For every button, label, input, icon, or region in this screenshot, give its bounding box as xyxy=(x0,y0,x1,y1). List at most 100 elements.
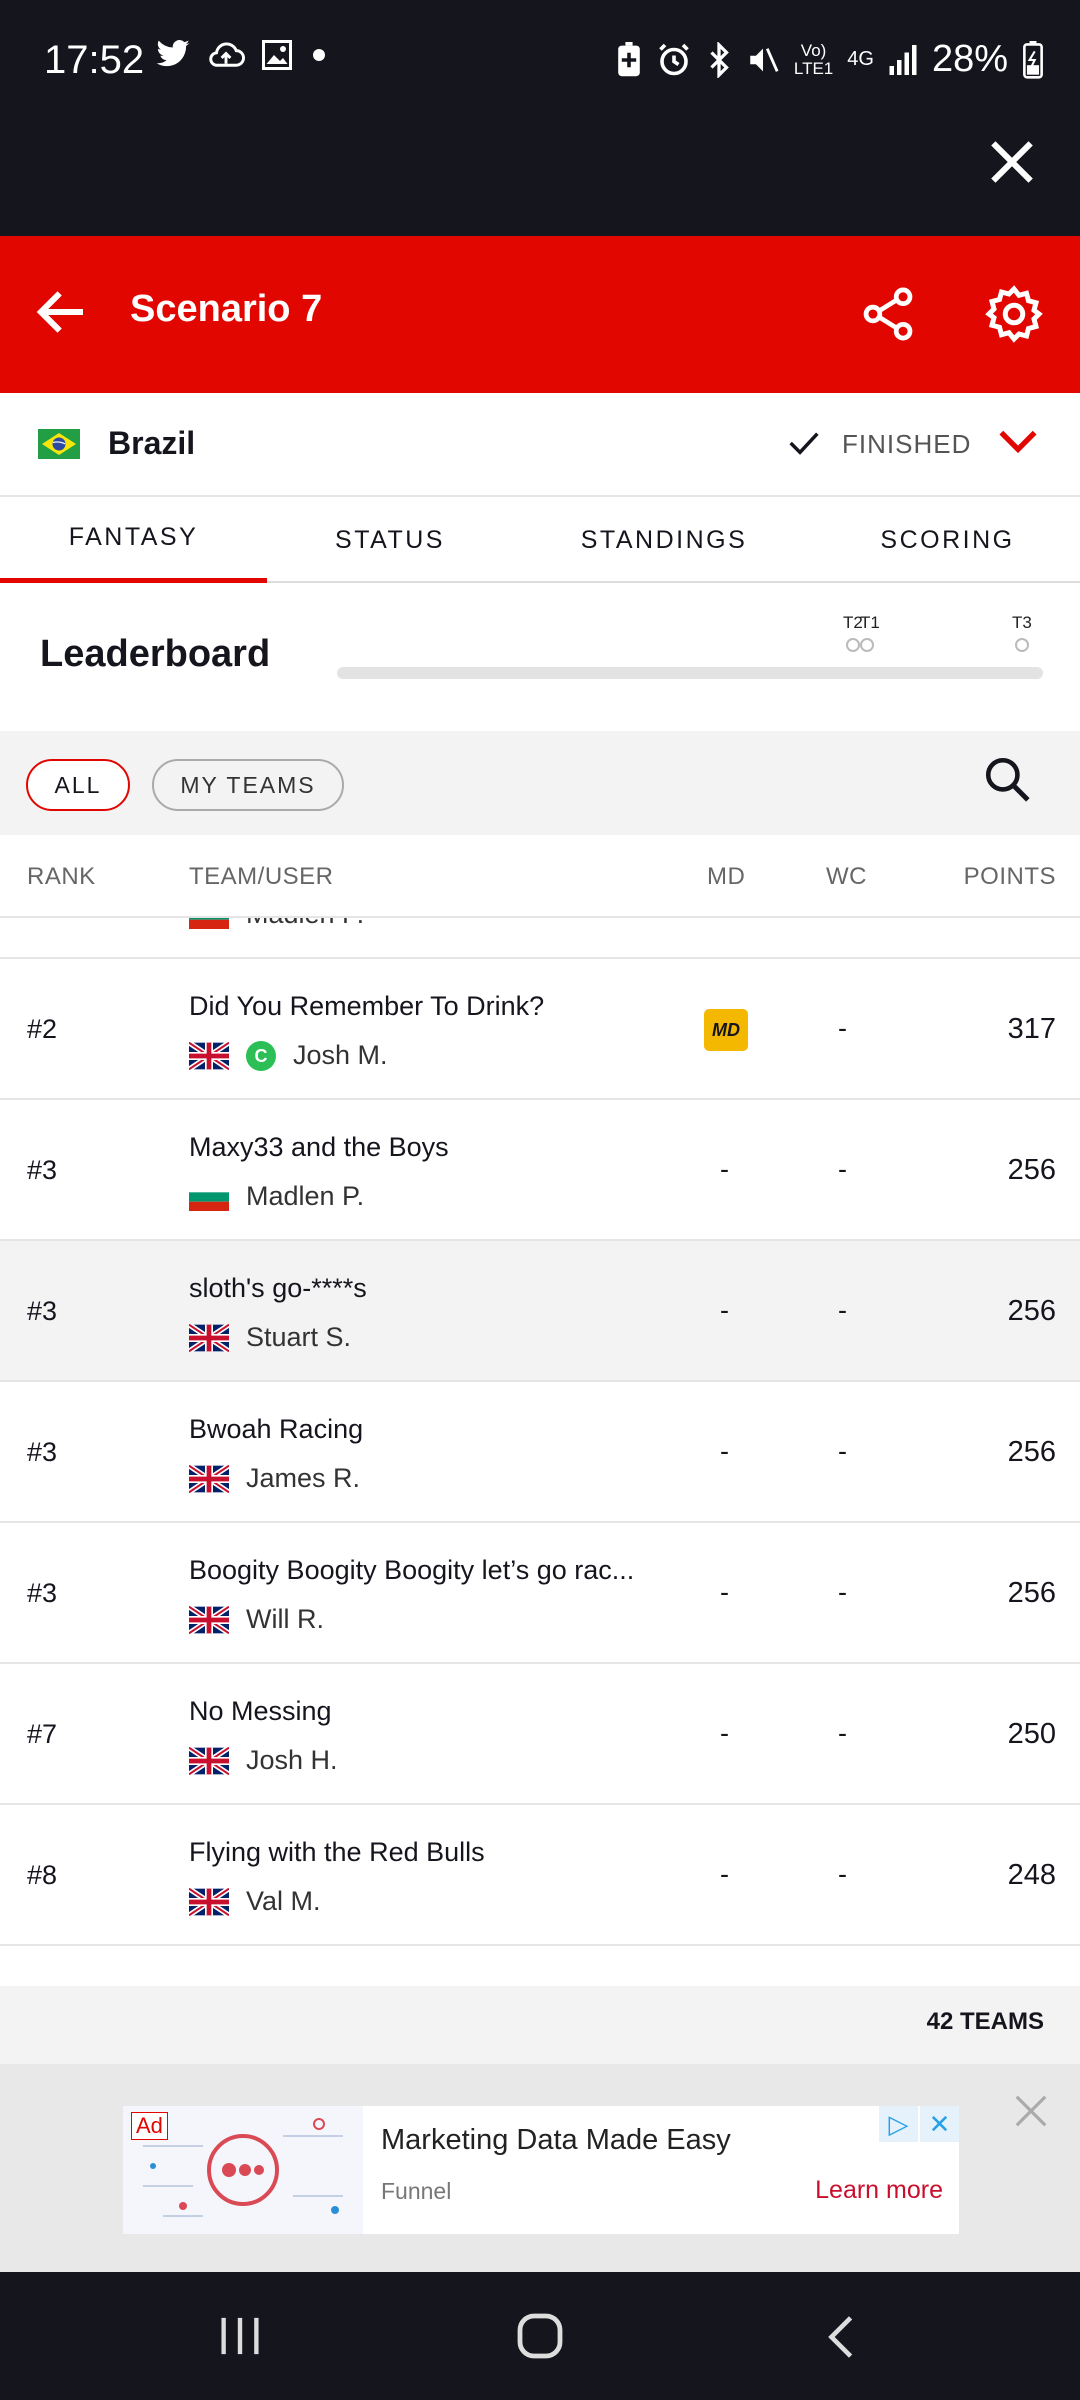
table-row[interactable]: #3 Maxy33 and the Boys Madlen P. - - 256 xyxy=(0,1100,1080,1241)
row-team-name: Boogity Boogity Boogity let’s go rac... xyxy=(189,1555,635,1585)
ad-choices[interactable]: ▷ ✕ xyxy=(879,2106,959,2142)
system-nav-bar xyxy=(0,2272,1080,2400)
signal-icon xyxy=(889,44,917,75)
back-arrow-icon[interactable] xyxy=(34,284,90,340)
table-row[interactable]: #7 No Messing Josh H. - - 250 xyxy=(0,1664,1080,1805)
row-points: 248 xyxy=(1007,1859,1056,1891)
row-points: 256 xyxy=(1007,1154,1056,1186)
row-md: - xyxy=(720,1436,729,1466)
nav-back-icon[interactable] xyxy=(826,2314,856,2360)
ad-close-small-icon[interactable]: ✕ xyxy=(920,2106,959,2142)
row-user: Val M. xyxy=(246,1886,321,1916)
row-points: 317 xyxy=(1007,1013,1056,1045)
ad-learn-more-link[interactable]: Learn more xyxy=(815,2176,943,2205)
status-bar: 17:52 Vo) LTE1 4G 28% xyxy=(0,0,1080,124)
marker-t3-pin xyxy=(1015,638,1029,652)
row-user: Will R. xyxy=(246,1604,324,1634)
tab-status[interactable]: STATUS xyxy=(267,497,513,583)
row-user: Madlen P. xyxy=(246,918,364,930)
ad-title: Marketing Data Made Easy xyxy=(381,2124,731,2156)
recent-apps-icon[interactable] xyxy=(218,2316,262,2356)
race-selector[interactable]: Brazil FINISHED xyxy=(0,393,1080,497)
row-points: 256 xyxy=(1007,1295,1056,1327)
tab-standings[interactable]: STANDINGS xyxy=(513,497,815,583)
share-icon[interactable] xyxy=(862,286,914,342)
row-user: Josh H. xyxy=(246,1745,338,1775)
ad-close-icon[interactable] xyxy=(1012,2092,1050,2130)
bluetooth-icon xyxy=(710,41,729,78)
row-wc: - xyxy=(838,1295,847,1325)
col-rank-header: RANK xyxy=(27,863,96,890)
table-row[interactable]: #1 Madlen P. MD 374 xyxy=(0,918,1080,959)
tab-scoring[interactable]: SCORING xyxy=(815,497,1080,583)
system-icons: Vo) LTE1 4G 28% xyxy=(616,38,1044,81)
row-team-name: Bwoah Racing xyxy=(189,1414,364,1444)
row-wc: - xyxy=(838,1154,847,1184)
row-md: - xyxy=(720,1295,729,1325)
filter-my-teams-button[interactable]: MY TEAMS xyxy=(152,759,344,811)
home-icon[interactable] xyxy=(516,2312,564,2360)
col-team-header: TEAM/USER xyxy=(189,863,334,890)
table-row[interactable]: #2 Did You Remember To Drink? C Josh M. … xyxy=(0,959,1080,1100)
teams-count: 42 TEAMS xyxy=(926,2008,1044,2035)
image-icon xyxy=(262,40,292,70)
marker-t2-pin xyxy=(846,638,860,652)
teams-count-bar: 42 TEAMS xyxy=(0,1986,1080,2064)
uk-flag-icon xyxy=(189,1606,229,1634)
row-rank: #7 xyxy=(27,1719,58,1749)
captain-badge: C xyxy=(246,1041,276,1071)
battery-saver-icon xyxy=(618,41,640,76)
table-row[interactable]: #3 Bwoah Racing James R. - - 256 xyxy=(0,1382,1080,1523)
md-badge: MD xyxy=(704,1009,748,1051)
row-rank: #3 xyxy=(27,1437,58,1467)
battery-icon xyxy=(1023,40,1043,79)
gear-icon[interactable] xyxy=(984,284,1044,344)
row-team-name: Flying with the Red Bulls xyxy=(189,1837,485,1867)
table-row[interactable]: #8 Flying with the Red Bulls Val M. - - … xyxy=(0,1805,1080,1946)
row-points: 256 xyxy=(1007,1436,1056,1468)
row-md: - xyxy=(720,1154,729,1184)
table-row[interactable]: #3 sloth's go-****s Stuart S. - - 256 xyxy=(0,1241,1080,1382)
net-type-label: 4G xyxy=(847,48,874,70)
marker-t1-label: T1 xyxy=(860,613,880,632)
leaderboard-list: #1 Madlen P. MD 374 #2 Did You Remember … xyxy=(0,918,1080,1970)
row-wc: - xyxy=(838,1436,847,1466)
alarm-icon xyxy=(659,43,689,75)
webview-close-bar xyxy=(0,124,1080,236)
uk-flag-icon xyxy=(189,1042,229,1070)
row-user: James R. xyxy=(246,1463,361,1493)
table-row[interactable]: #3 Boogity Boogity Boogity let’s go rac.… xyxy=(0,1523,1080,1664)
leaderboard-section: Leaderboard T2 T1 T3 xyxy=(0,583,1080,731)
leaderboard-title: Leaderboard xyxy=(40,633,271,675)
uk-flag-icon xyxy=(189,1888,229,1916)
row-user: Madlen P. xyxy=(246,1181,365,1211)
uk-flag-icon xyxy=(189,1465,229,1493)
filter-bar: ALL MY TEAMS xyxy=(0,731,1080,835)
search-icon[interactable] xyxy=(982,754,1032,804)
filter-all-button[interactable]: ALL xyxy=(26,759,130,811)
row-team-name: No Messing xyxy=(189,1696,332,1726)
row-rank: #3 xyxy=(27,1578,58,1608)
ad-card[interactable]: Ad Marketing Data Made Easy Funnel Learn… xyxy=(123,2106,959,2234)
table-header: RANK TEAM/USER MD WC POINTS xyxy=(0,835,1080,918)
uk-flag-icon xyxy=(189,1324,229,1352)
col-wc-header: WC xyxy=(826,863,867,890)
race-status: FINISHED xyxy=(842,429,972,459)
ad-banner-area: Ad Marketing Data Made Easy Funnel Learn… xyxy=(0,2064,1080,2272)
row-wc: - xyxy=(838,1013,847,1043)
row-wc: - xyxy=(838,1859,847,1889)
race-name: Brazil xyxy=(108,425,196,461)
close-icon[interactable] xyxy=(984,134,1040,190)
row-points: 250 xyxy=(1007,1718,1056,1750)
row-md: - xyxy=(720,1718,729,1748)
tab-bar: FANTASY STATUS STANDINGS SCORING xyxy=(0,497,1080,583)
page-title: Scenario 7 xyxy=(130,288,323,330)
row-md: - xyxy=(720,1859,729,1889)
row-rank: #3 xyxy=(27,1296,58,1326)
tab-fantasy[interactable]: FANTASY xyxy=(0,497,267,583)
mute-icon xyxy=(750,47,779,72)
adchoices-icon[interactable]: ▷ xyxy=(879,2106,918,2142)
bulgaria-flag-icon xyxy=(189,1183,229,1211)
row-points: 256 xyxy=(1007,1577,1056,1609)
chevron-down-icon[interactable] xyxy=(998,425,1038,457)
